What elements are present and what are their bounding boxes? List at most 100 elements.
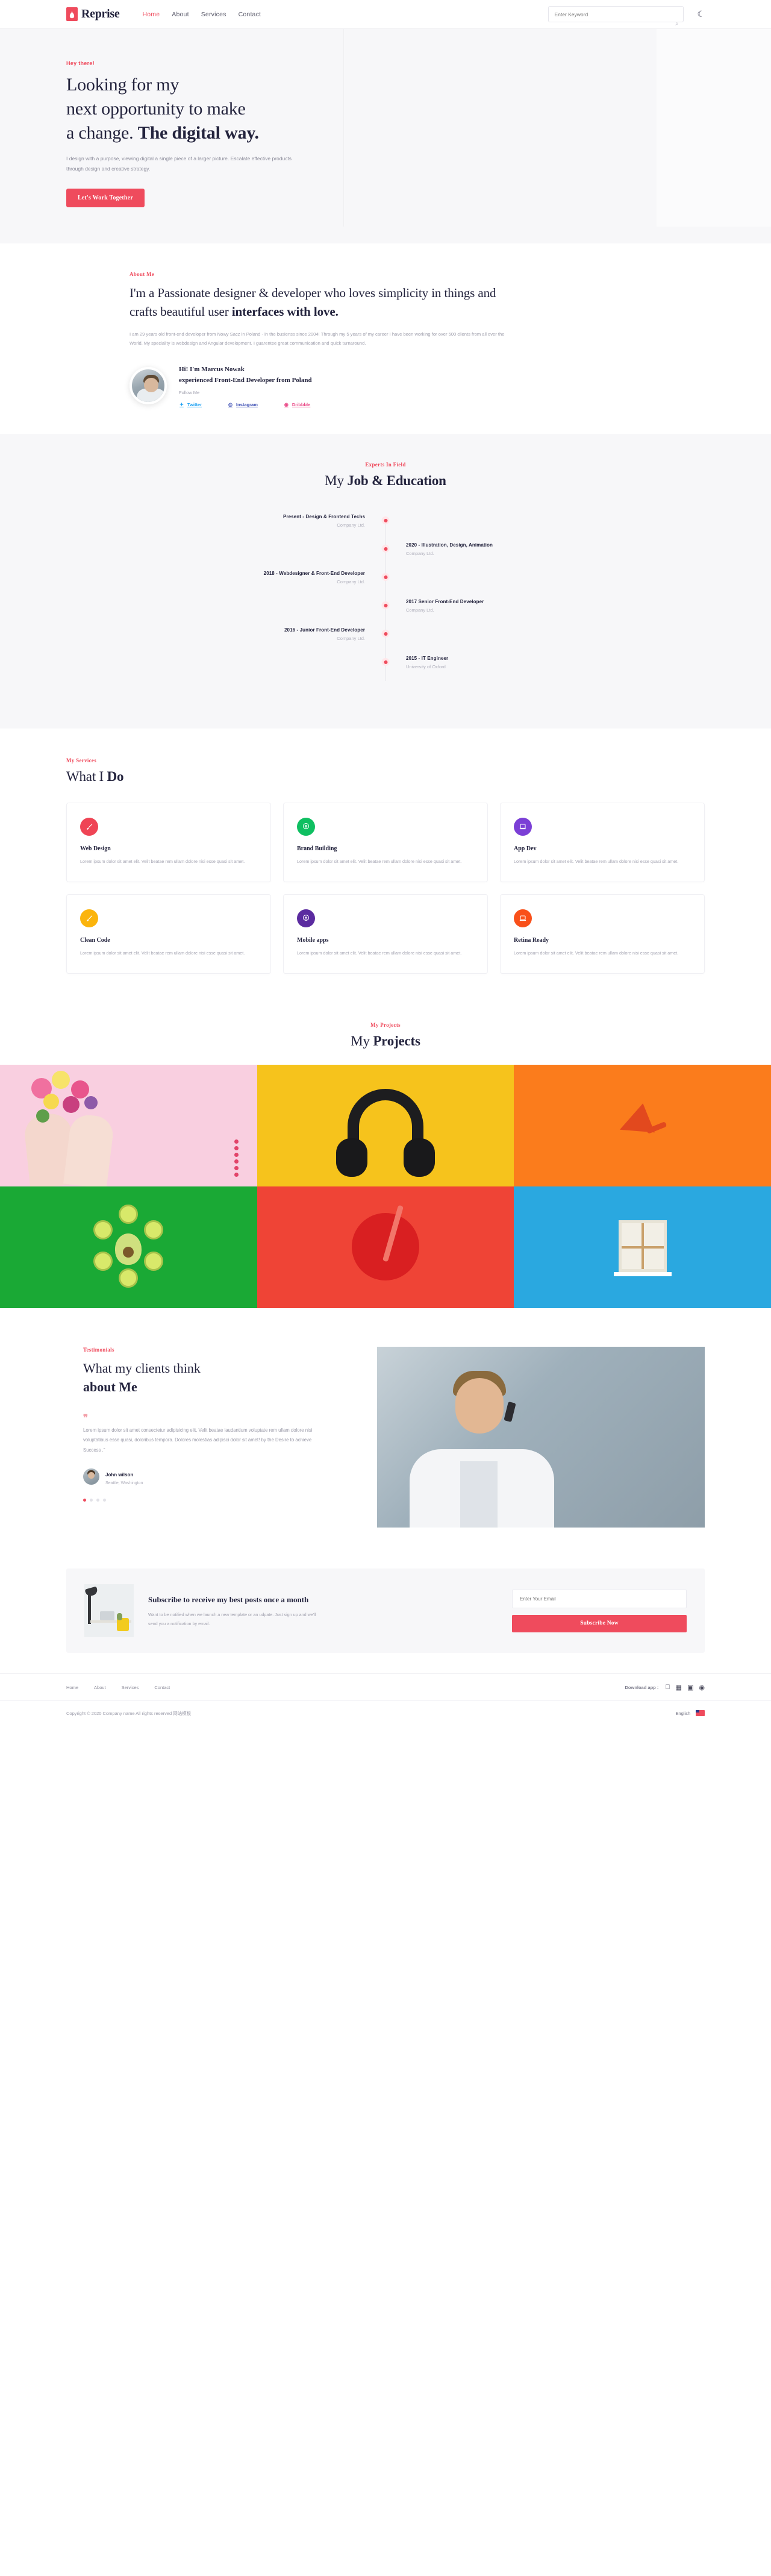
moon-icon[interactable]: ☾ xyxy=(697,9,705,19)
timeline-item-sub: University of Oxford xyxy=(406,664,446,670)
download-app: Download app :  ▦ ▣ ◉ xyxy=(625,1684,705,1691)
service-card-brand-building[interactable]: Brand Building Lorem ipsum dolor sit ame… xyxy=(283,803,488,883)
testimonials-eyebrow: Testimonials xyxy=(83,1347,114,1353)
service-name: Retina Ready xyxy=(514,937,549,944)
author-avatar xyxy=(83,1468,99,1485)
service-name: App Dev xyxy=(514,845,537,853)
project-tile-window-model[interactable] xyxy=(514,1186,771,1309)
timeline-item: Present - Design & Frontend Techs Compan… xyxy=(175,514,596,542)
service-card-retina-ready[interactable]: Retina Ready Lorem ipsum dolor sit amet … xyxy=(500,894,705,974)
carousel-dot[interactable] xyxy=(96,1498,99,1502)
hero-title-line3-light: a change. xyxy=(66,122,138,143)
subscribe-heading: Subscribe to receive my best posts once … xyxy=(148,1594,309,1604)
brush-icon xyxy=(80,909,98,928)
service-desc: Lorem ipsum dolor sit amet elit. Velit b… xyxy=(297,859,462,865)
service-name: Web Design xyxy=(80,845,111,853)
about-eyebrow: About Me xyxy=(130,271,155,277)
timeline-item: 2018 - Webdesigner & Front-End Developer… xyxy=(175,571,596,598)
project-tile-red-drink[interactable] xyxy=(257,1186,514,1309)
timeline-dot-icon xyxy=(381,601,390,610)
timeline-item: 2017 Senior Front-End Developer Company … xyxy=(175,599,596,627)
nav-item-home[interactable]: Home xyxy=(142,11,160,18)
footer-link-contact[interactable]: Contact xyxy=(154,1685,170,1690)
carousel-dot[interactable] xyxy=(90,1498,93,1502)
carousel-dot[interactable] xyxy=(103,1498,106,1502)
project-tile-kiwi-avocado[interactable] xyxy=(0,1186,257,1309)
bulb-icon xyxy=(297,818,315,836)
service-card-clean-code[interactable]: Clean Code Lorem ipsum dolor sit amet el… xyxy=(66,894,271,974)
service-desc: Lorem ipsum dolor sit amet elit. Velit b… xyxy=(80,859,245,865)
about-heading: I'm a Passionate designer & developer wh… xyxy=(130,284,515,321)
social-link-twitter[interactable]: ✦ Twitter xyxy=(179,402,202,407)
social-label-twitter: Twitter xyxy=(187,402,202,408)
hero-title-line1: Looking for my xyxy=(66,75,179,95)
author-role: Seattle, Washington xyxy=(105,1481,143,1485)
primary-nav: Home About Services Contact xyxy=(142,11,261,18)
timeline-item: 2015 - IT Engineer University of Oxford xyxy=(175,656,596,683)
services-eyebrow: My Services xyxy=(66,757,97,764)
hero-cta-button[interactable]: Let's Work Together xyxy=(66,188,145,207)
projects-section: My Projects My Projects xyxy=(0,998,771,1309)
hero-paragraph: I design with a purpose, viewing digital… xyxy=(66,155,292,172)
nav-item-about[interactable]: About xyxy=(172,11,189,18)
avatar xyxy=(130,367,167,405)
workspace-image xyxy=(84,1584,134,1638)
project-tile-headphones[interactable] xyxy=(257,1065,514,1187)
laptop-icon xyxy=(514,818,532,836)
social-link-instagram[interactable]: ◎ Instagram xyxy=(228,402,258,407)
testimonial-photo xyxy=(377,1347,705,1528)
language-selector[interactable]: English xyxy=(675,1710,705,1717)
brush-icon xyxy=(80,818,98,836)
service-card-web-design[interactable]: Web Design Lorem ipsum dolor sit amet el… xyxy=(66,803,271,883)
services-title: What I Do xyxy=(66,769,705,785)
footer-link-about[interactable]: About xyxy=(94,1685,106,1690)
timeline-item-title: 2016 - Junior Front-End Developer xyxy=(284,627,365,633)
site-header: Reprise Home About Services Contact ⌕ ☾ xyxy=(0,0,771,29)
dribbble-icon: ◉ xyxy=(284,402,289,408)
hero-title-line2: next opportunity to make xyxy=(66,98,246,119)
android-icon[interactable]: ▣ xyxy=(687,1684,693,1691)
carousel-dot[interactable] xyxy=(83,1498,86,1502)
brand-logo[interactable]: Reprise xyxy=(66,7,120,21)
timeline-dot-icon xyxy=(381,516,390,525)
timeline-title-bold: Job & Education xyxy=(347,473,446,489)
service-name: Mobile apps xyxy=(297,937,329,944)
search-box[interactable]: ⌕ xyxy=(548,6,684,27)
follow-label: Follow Me xyxy=(179,390,200,396)
search-input[interactable] xyxy=(554,11,678,17)
footer-link-home[interactable]: Home xyxy=(66,1685,78,1690)
timeline-dot-icon xyxy=(381,658,390,666)
subscribe-box: Subscribe to receive my best posts once … xyxy=(66,1568,705,1653)
social-label-dribbble: Dribbble xyxy=(292,402,311,408)
nav-item-services[interactable]: Services xyxy=(201,11,226,18)
linux-icon[interactable]: ◉ xyxy=(699,1684,705,1691)
testimonials-section: Testimonials What my clients think about… xyxy=(0,1308,771,1563)
windows-icon[interactable]: ▦ xyxy=(676,1684,682,1691)
timeline-item-title: 2018 - Webdesigner & Front-End Developer xyxy=(263,571,365,577)
projects-eyebrow: My Projects xyxy=(370,1022,401,1029)
projects-grid xyxy=(0,1065,771,1309)
services-grid: Web Design Lorem ipsum dolor sit amet el… xyxy=(66,803,705,974)
project-tile-flowers-in-hands[interactable] xyxy=(0,1065,257,1187)
nav-item-contact[interactable]: Contact xyxy=(239,11,261,18)
timeline-item-title: 2017 Senior Front-End Developer xyxy=(406,599,484,605)
timeline-title: My Job & Education xyxy=(0,473,771,489)
subscribe-body: Want to be notified when we launch a new… xyxy=(148,1612,316,1626)
service-name: Brand Building xyxy=(297,845,337,853)
subscribe-button[interactable]: Subscribe Now xyxy=(512,1614,687,1632)
laptop-icon xyxy=(514,909,532,928)
apple-icon[interactable]:  xyxy=(665,1684,670,1691)
email-input[interactable] xyxy=(512,1589,687,1608)
subscribe-form: Subscribe Now xyxy=(512,1589,687,1632)
project-tile-megaphone[interactable] xyxy=(514,1065,771,1187)
timeline-item-sub: Company Ltd. xyxy=(337,579,365,585)
carousel-dots[interactable] xyxy=(83,1498,349,1502)
service-card-app-dev[interactable]: App Dev Lorem ipsum dolor sit amet elit.… xyxy=(500,803,705,883)
search-icon[interactable]: ⌕ xyxy=(675,20,679,27)
quote-icon: ❞ xyxy=(83,1412,89,1423)
social-link-dribbble[interactable]: ◉ Dribbble xyxy=(284,402,310,407)
subscribe-section: Subscribe to receive my best posts once … xyxy=(0,1562,771,1674)
service-card-mobile-apps[interactable]: Mobile apps Lorem ipsum dolor sit amet e… xyxy=(283,894,488,974)
hero-title: Looking for my next opportunity to make … xyxy=(66,73,705,145)
footer-link-services[interactable]: Services xyxy=(122,1685,139,1690)
